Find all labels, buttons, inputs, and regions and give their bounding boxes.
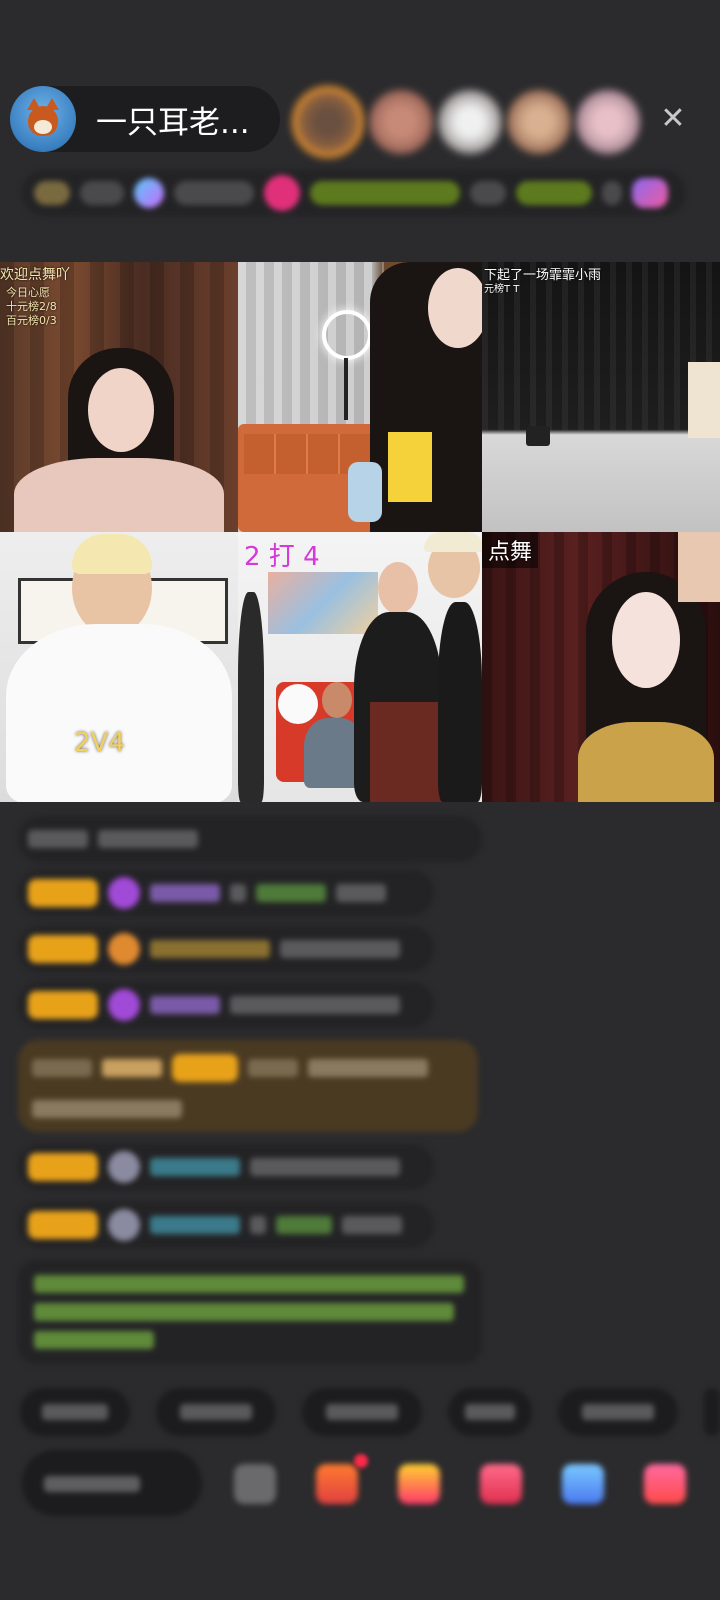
quick-reply-chip[interactable] — [558, 1388, 678, 1436]
tile-overlay-title: 点舞 — [482, 532, 539, 568]
tile-overlay-title: 2 打 4 — [244, 542, 320, 572]
gift-icon[interactable] — [398, 1464, 440, 1504]
quick-reply-chip[interactable] — [302, 1388, 422, 1436]
chat-message[interactable] — [18, 870, 434, 916]
top-viewers-row — [292, 86, 645, 158]
level-badge — [28, 879, 98, 907]
viewer-avatar[interactable] — [507, 90, 571, 154]
level-badge — [28, 1153, 98, 1181]
red-envelope-icon[interactable] — [480, 1464, 522, 1504]
chat-message[interactable] — [18, 1144, 434, 1190]
level-badge — [28, 991, 98, 1019]
emoji-icon[interactable] — [234, 1464, 276, 1504]
gem-icon — [108, 989, 140, 1021]
viewer-avatar[interactable] — [292, 86, 364, 158]
guest-video-tile[interactable] — [238, 262, 482, 532]
quick-reply-chip[interactable] — [20, 1388, 130, 1436]
guest-video-tile[interactable]: 2V4 — [0, 532, 238, 802]
wish-line: 百元榜0/3 — [6, 314, 57, 327]
guest-video-tile[interactable]: 欢迎点舞吖 今日心愿 十元榜2/8 百元榜0/3 — [0, 262, 238, 532]
chat-message[interactable] — [18, 982, 434, 1028]
multi-guest-video-grid: 欢迎点舞吖 今日心愿 十元榜2/8 百元榜0/3 下起了一场霏霏小雨 元榜T T… — [0, 262, 720, 802]
orange-gem-icon — [108, 933, 140, 965]
viewer-avatar[interactable] — [438, 90, 502, 154]
gift-box-icon[interactable] — [316, 1464, 358, 1504]
quick-reply-chip[interactable] — [704, 1388, 720, 1436]
avatar-face — [34, 120, 52, 134]
gem-icon — [108, 877, 140, 909]
tile-sub-line: 元榜T T — [484, 284, 520, 295]
guest-video-tile[interactable]: 点舞 — [482, 532, 720, 802]
avatar — [108, 1209, 140, 1241]
level-badge — [28, 935, 98, 963]
quick-reply-chip[interactable] — [448, 1388, 532, 1436]
game-icon[interactable] — [562, 1464, 604, 1504]
chat-input[interactable] — [22, 1450, 202, 1516]
close-icon[interactable]: ✕ — [654, 100, 692, 138]
viewer-avatar[interactable] — [369, 90, 433, 154]
room-tags-bar[interactable] — [22, 170, 686, 216]
viewer-avatar[interactable] — [576, 90, 640, 154]
guest-video-tile[interactable]: 2 打 4 — [238, 532, 482, 802]
notification-dot — [354, 1454, 368, 1468]
store-icon[interactable] — [644, 1464, 686, 1504]
system-notice — [18, 1260, 482, 1364]
host-info-pill[interactable]: 一只耳老... — [10, 86, 280, 152]
score-label: 2V4 — [74, 728, 125, 758]
quick-reply-chip[interactable] — [156, 1388, 276, 1436]
chat-message[interactable] — [18, 1202, 434, 1248]
host-avatar[interactable] — [10, 86, 76, 152]
avatar — [108, 1151, 140, 1183]
chat-message-highlighted[interactable] — [18, 1040, 478, 1132]
chat-message[interactable] — [18, 926, 434, 972]
host-name: 一只耳老... — [96, 104, 250, 141]
level-badge — [28, 1211, 98, 1239]
ring-light — [322, 310, 372, 360]
guest-video-tile[interactable]: 下起了一场霏霏小雨 元榜T T — [482, 262, 720, 532]
tile-overlay-title: 欢迎点舞吖 — [0, 267, 70, 283]
chat-message[interactable] — [18, 816, 482, 862]
